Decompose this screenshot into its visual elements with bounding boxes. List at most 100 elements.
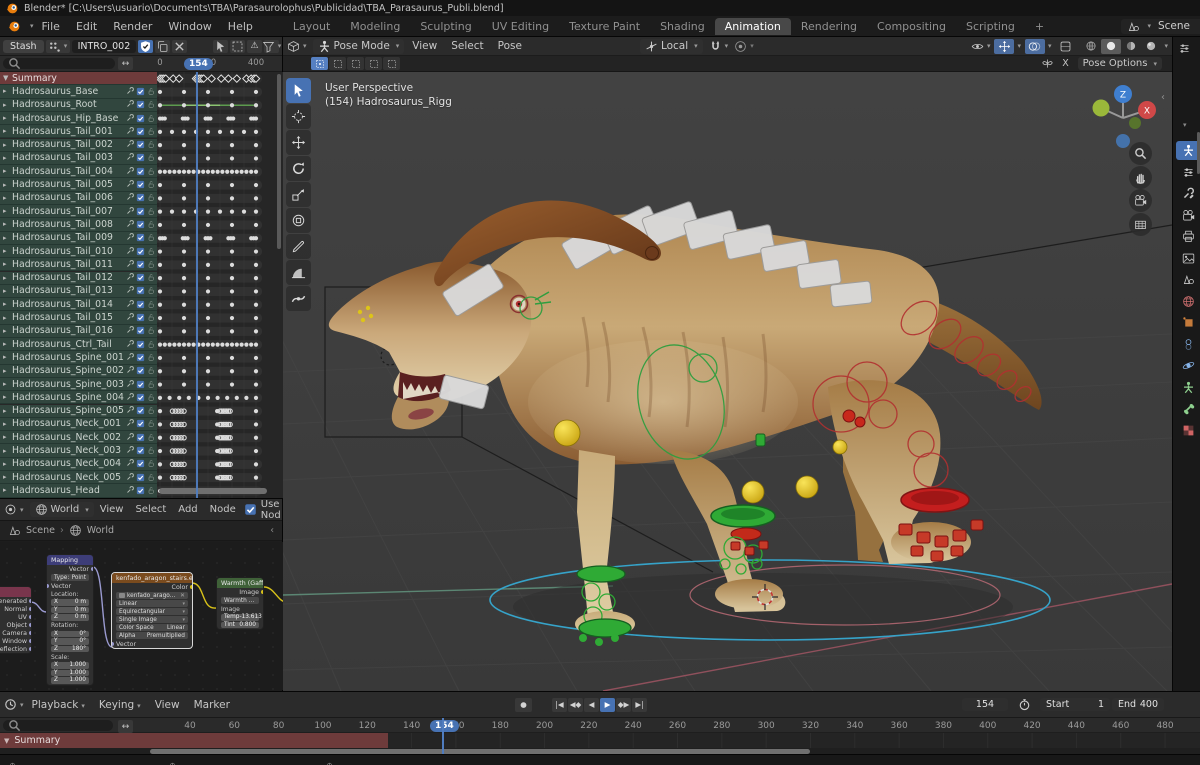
expand-triangle-icon[interactable]: ▸ — [3, 287, 12, 295]
dope-vscrollbar[interactable] — [277, 74, 281, 249]
channel-lock-icon[interactable] — [147, 100, 155, 108]
shading-mode-1[interactable] — [1101, 38, 1122, 54]
expand-triangle-icon[interactable]: ▼ — [3, 74, 12, 82]
node-texture-coordinate[interactable]: Coordinate GeneratedNormalUVObjectCamera… — [0, 586, 32, 654]
node-menu-select[interactable]: Select — [135, 504, 166, 515]
tool-scale-button[interactable] — [286, 182, 311, 207]
dope-channel[interactable]: ▸ Hadrosaurus_Tail_015 — [0, 311, 157, 325]
channel-lock-icon[interactable] — [147, 114, 155, 122]
transport-button-5[interactable]: ▶| — [632, 697, 647, 712]
env-setting-row[interactable]: Color Space Linear — [116, 624, 188, 631]
xray-toggle[interactable] — [1055, 39, 1075, 54]
timeline-summary-label[interactable]: ▼ Summary — [0, 733, 388, 748]
channel-enable-checkbox[interactable] — [136, 286, 145, 295]
node-output-socket[interactable]: Reflection — [0, 645, 31, 653]
expand-triangle-icon[interactable]: ▸ — [3, 407, 12, 415]
workspace-tab-sculpting[interactable]: Sculpting — [410, 18, 481, 35]
channel-enable-checkbox[interactable] — [136, 446, 145, 455]
transport-button-4[interactable]: ◆▶ — [616, 697, 631, 712]
channel-lock-icon[interactable] — [147, 140, 155, 148]
modifier-wrench-icon[interactable] — [126, 140, 134, 148]
channel-lock-icon[interactable] — [147, 393, 155, 401]
shading-mode-3[interactable] — [1141, 39, 1161, 54]
collapse-arrow[interactable]: ‹ — [1161, 92, 1165, 103]
workspace-tab-scripting[interactable]: Scripting — [956, 18, 1025, 35]
nav-hand-button[interactable] — [1129, 165, 1152, 189]
channel-lock-icon[interactable] — [147, 207, 155, 215]
dope-channel[interactable]: ▸ Hadrosaurus_Tail_008 — [0, 218, 157, 232]
mapping-value-field[interactable]: Y 0° — [51, 638, 89, 645]
transport-button-0[interactable]: |◀ — [552, 697, 567, 712]
app-menu-icon[interactable] — [8, 20, 21, 33]
modifier-wrench-icon[interactable] — [126, 366, 134, 374]
channel-lock-icon[interactable] — [147, 180, 155, 188]
channel-lock-icon[interactable] — [147, 247, 155, 255]
channel-enable-checkbox[interactable] — [136, 207, 145, 216]
modifier-wrench-icon[interactable] — [126, 286, 134, 294]
expand-triangle-icon[interactable]: ▸ — [3, 207, 12, 215]
modifier-wrench-icon[interactable] — [126, 379, 134, 388]
modifier-wrench-icon[interactable] — [126, 193, 134, 201]
select-mode-button-2[interactable] — [347, 57, 364, 70]
channel-lock-icon[interactable] — [147, 127, 155, 135]
channel-enable-checkbox[interactable] — [136, 366, 145, 375]
viewport-canvas[interactable]: User Perspective (154) Hadrosaurus_Rigg … — [283, 72, 1172, 691]
properties-tab-physics-icon[interactable] — [1176, 356, 1200, 375]
channel-enable-checkbox[interactable] — [136, 473, 145, 482]
dope-channel[interactable]: ▸ Hadrosaurus_Tail_003 — [0, 151, 157, 166]
breadcrumb-world[interactable]: World — [87, 525, 114, 536]
expand-triangle-icon[interactable]: ▸ — [3, 486, 12, 494]
show-gizmo-toggle[interactable] — [994, 38, 1015, 54]
current-frame-field[interactable]: 154 — [962, 698, 1008, 711]
env-dropdown[interactable]: Single Image ▾ — [116, 616, 188, 623]
timeline-current-frame-badge[interactable]: 154 — [430, 719, 459, 732]
expand-triangle-icon[interactable]: ▸ — [3, 127, 12, 135]
modifier-wrench-icon[interactable] — [126, 472, 134, 481]
only-selected-filter-icon[interactable] — [213, 39, 228, 53]
mode-selector[interactable]: Pose Mode ▾ — [312, 38, 405, 54]
menu-edit[interactable]: Edit — [68, 18, 105, 35]
node-menu-node[interactable]: Node — [210, 504, 236, 515]
expand-triangle-icon[interactable]: ▸ — [3, 433, 12, 441]
mapping-value-field[interactable]: X 1.000 — [51, 662, 89, 669]
channel-enable-checkbox[interactable] — [136, 87, 145, 96]
channel-enable-checkbox[interactable] — [136, 247, 145, 256]
tool-move-button[interactable] — [286, 130, 311, 155]
channel-enable-checkbox[interactable] — [136, 114, 145, 123]
shading-mode-2[interactable] — [1121, 39, 1141, 54]
show-overlays-toggle[interactable] — [1024, 38, 1045, 54]
keyframe-area[interactable] — [157, 72, 283, 498]
dope-channel[interactable]: ▸ Hadrosaurus_Ctrl_Tail — [0, 338, 157, 352]
modifier-wrench-icon[interactable] — [126, 432, 134, 441]
stash-button[interactable]: Stash — [3, 39, 44, 53]
expand-triangle-icon[interactable]: ▸ — [3, 194, 12, 202]
tool-curvetool-button[interactable] — [286, 286, 311, 311]
dope-channel[interactable]: ▸ Hadrosaurus_Tail_016 — [0, 324, 157, 338]
tool-transform-button[interactable] — [286, 208, 311, 233]
breadcrumb-scene[interactable]: Scene — [26, 525, 55, 536]
warmth-group-selector[interactable]: Warmth ... — [221, 597, 259, 604]
menu-file[interactable]: File — [34, 18, 68, 35]
env-dropdown[interactable]: Linear ▾ — [116, 600, 188, 607]
channel-enable-checkbox[interactable] — [136, 313, 145, 322]
dope-channel[interactable]: ▸ Hadrosaurus_Tail_010 — [0, 244, 157, 259]
scroll-up-arrow[interactable]: ▾ — [1183, 121, 1187, 129]
expand-triangle-icon[interactable]: ▸ — [3, 274, 12, 282]
expand-triangle-icon[interactable]: ▸ — [3, 460, 12, 468]
properties-tab-person-icon[interactable] — [1176, 378, 1200, 397]
expand-triangle-icon[interactable]: ▸ — [3, 181, 12, 189]
node-output-socket[interactable]: Camera — [0, 629, 31, 637]
channel-enable-checkbox[interactable] — [136, 153, 145, 162]
tool-protractor-button[interactable] — [286, 260, 311, 285]
browse-action-icon[interactable]: ▾ — [45, 39, 70, 53]
expand-range-icon[interactable]: ↔ — [118, 720, 133, 733]
node-menu-add[interactable]: Add — [178, 504, 197, 515]
env-dropdown[interactable]: Equirectangular ▾ — [116, 608, 188, 615]
channel-enable-checkbox[interactable] — [136, 233, 145, 242]
node-menu-view[interactable]: View — [100, 504, 124, 515]
channel-lock-icon[interactable] — [147, 193, 155, 201]
channel-lock-icon[interactable] — [147, 167, 155, 175]
menu-help[interactable]: Help — [220, 18, 261, 35]
node-output-socket[interactable]: Object — [0, 621, 31, 629]
properties-tab-toolico-icon[interactable] — [1176, 184, 1200, 203]
